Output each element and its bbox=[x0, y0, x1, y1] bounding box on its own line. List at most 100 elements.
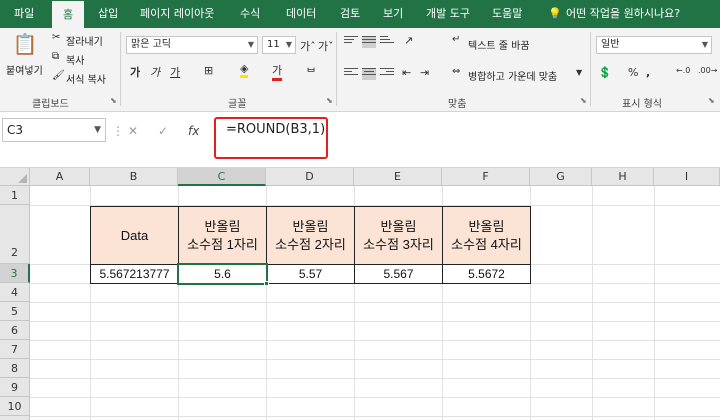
header-cell-data[interactable]: Data bbox=[90, 206, 179, 265]
drag-handle-icon[interactable]: ⋮ bbox=[112, 124, 124, 138]
underline-icon[interactable]: 가 bbox=[170, 64, 180, 80]
header-line: 소수점 2자리 bbox=[275, 236, 346, 252]
cut-icon[interactable]: ✂ bbox=[52, 32, 60, 43]
row-header-1[interactable]: 1 bbox=[0, 186, 30, 205]
column-header-h[interactable]: H bbox=[592, 168, 654, 186]
cut-button[interactable]: 잘라내기 bbox=[66, 33, 103, 48]
row-header-7[interactable]: 7 bbox=[0, 340, 30, 359]
align-bottom-icon[interactable] bbox=[380, 36, 394, 48]
alignment-launcher-icon[interactable]: ⬊ bbox=[580, 96, 587, 105]
insert-function-icon[interactable]: fx bbox=[188, 124, 199, 138]
tab-home[interactable]: 홈 bbox=[52, 0, 84, 28]
bold-icon[interactable]: 가 bbox=[130, 64, 140, 80]
name-box[interactable]: C3 ▼ bbox=[2, 118, 106, 142]
column-header-e[interactable]: E bbox=[354, 168, 442, 186]
borders-icon[interactable]: ⊞ bbox=[204, 64, 213, 77]
font-size-combo[interactable]: 11 ▼ bbox=[262, 36, 296, 54]
row-header-8[interactable]: 8 bbox=[0, 359, 30, 378]
select-all-button[interactable] bbox=[0, 168, 30, 186]
fill-handle[interactable] bbox=[264, 281, 269, 286]
data-cell-d3[interactable]: 5.57 bbox=[266, 264, 355, 284]
font-name-combo[interactable]: 맑은 고딕 ▼ bbox=[126, 36, 258, 54]
column-header-d[interactable]: D bbox=[266, 168, 354, 186]
chevron-down-icon[interactable]: ▼ bbox=[576, 68, 582, 77]
row-header-4[interactable]: 4 bbox=[0, 283, 30, 302]
grid-line bbox=[30, 302, 720, 303]
format-painter-button[interactable]: 서식 복사 bbox=[66, 71, 106, 86]
comma-style-icon[interactable]: , bbox=[646, 66, 650, 79]
italic-icon[interactable]: 가 bbox=[150, 64, 160, 80]
tab-data[interactable]: 데이터 bbox=[286, 0, 316, 28]
column-header-b[interactable]: B bbox=[90, 168, 178, 186]
number-format-combo[interactable]: 일반 ▼ bbox=[596, 36, 712, 54]
orientation-icon[interactable]: ↗ bbox=[404, 34, 413, 47]
header-cell-round-1[interactable]: 반올림 소수점 1자리 bbox=[178, 206, 267, 265]
column-header-a[interactable]: A bbox=[30, 168, 90, 186]
grid-line bbox=[30, 378, 720, 379]
tab-developer[interactable]: 개발 도구 bbox=[426, 0, 470, 28]
decrease-indent-icon[interactable]: ⇤ bbox=[402, 66, 411, 79]
align-right-icon[interactable] bbox=[380, 68, 394, 80]
shrink-font-icon[interactable]: 가ˇ bbox=[318, 38, 334, 54]
font-color-icon[interactable]: 가 bbox=[272, 62, 283, 81]
percent-style-icon[interactable]: % bbox=[628, 66, 638, 79]
worksheet-grid[interactable]: A B C D E F G H I 1 2 3 4 5 6 7 8 9 10 1… bbox=[0, 168, 720, 420]
merge-center-button[interactable]: 병합하고 가운데 맞춤 bbox=[468, 68, 557, 83]
group-divider bbox=[120, 32, 121, 106]
tab-file[interactable]: 파일 bbox=[14, 0, 34, 28]
header-cell-round-4[interactable]: 반올림 소수점 4자리 bbox=[442, 206, 531, 265]
column-header-i[interactable]: I bbox=[654, 168, 720, 186]
number-launcher-icon[interactable]: ⬊ bbox=[708, 96, 715, 105]
alignment-group-label: 맞춤 bbox=[448, 99, 467, 110]
data-cell-f3[interactable]: 5.5672 bbox=[442, 264, 531, 284]
column-header-g[interactable]: G bbox=[530, 168, 592, 186]
grow-font-icon[interactable]: 가ˆ bbox=[300, 38, 316, 54]
column-header-f[interactable]: F bbox=[442, 168, 530, 186]
phonetic-icon[interactable]: ᄇ bbox=[306, 64, 316, 80]
copy-icon[interactable]: ⧉ bbox=[52, 51, 59, 62]
tab-insert[interactable]: 삽입 bbox=[98, 0, 118, 28]
font-launcher-icon[interactable]: ⬊ bbox=[326, 96, 333, 105]
copy-button[interactable]: 복사 bbox=[66, 52, 84, 67]
row-header-3[interactable]: 3 bbox=[0, 264, 30, 283]
data-cell-b3[interactable]: 5.567213777 bbox=[90, 264, 179, 284]
tab-formulas[interactable]: 수식 bbox=[240, 0, 260, 28]
active-cell-border bbox=[177, 263, 268, 285]
row-header-5[interactable]: 5 bbox=[0, 302, 30, 321]
tell-me-search[interactable]: 어떤 작업을 원하시나요? bbox=[566, 0, 680, 28]
data-cell-e3[interactable]: 5.567 bbox=[354, 264, 443, 284]
tab-page-layout[interactable]: 페이지 레이아웃 bbox=[140, 0, 214, 28]
wrap-text-button[interactable]: 텍스트 줄 바꿈 bbox=[468, 37, 530, 52]
paste-button[interactable]: 붙여넣기 bbox=[6, 62, 43, 77]
row-header-11[interactable]: 11 bbox=[0, 416, 30, 420]
increase-decimal-icon[interactable]: ←.0 bbox=[676, 66, 690, 75]
align-top-icon[interactable] bbox=[344, 36, 358, 48]
fill-color-icon[interactable]: ◈ bbox=[240, 62, 249, 78]
enter-icon[interactable]: ✓ bbox=[158, 124, 168, 138]
wrap-text-icon[interactable]: ↵ bbox=[452, 34, 460, 45]
row-header-6[interactable]: 6 bbox=[0, 321, 30, 340]
header-cell-round-2[interactable]: 반올림 소수점 2자리 bbox=[266, 206, 355, 265]
align-middle-icon[interactable] bbox=[362, 36, 376, 48]
increase-indent-icon[interactable]: ⇥ bbox=[420, 66, 429, 79]
align-center-icon[interactable] bbox=[362, 68, 376, 80]
tab-help[interactable]: 도움말 bbox=[492, 0, 522, 28]
formula-input[interactable]: =ROUND(B3,1) bbox=[226, 122, 325, 137]
row-header-2[interactable]: 2 bbox=[0, 205, 30, 264]
row-header-9[interactable]: 9 bbox=[0, 378, 30, 397]
header-line: 반올림 bbox=[468, 218, 505, 234]
accounting-format-icon[interactable]: 💲 bbox=[598, 66, 612, 79]
paste-icon[interactable]: 📋 bbox=[10, 32, 40, 58]
column-header-c[interactable]: C bbox=[178, 168, 266, 186]
tab-view[interactable]: 보기 bbox=[383, 0, 403, 28]
decrease-decimal-icon[interactable]: .00→ bbox=[698, 66, 717, 75]
row-header-10[interactable]: 10 bbox=[0, 397, 30, 416]
tab-review[interactable]: 검토 bbox=[340, 0, 360, 28]
clipboard-launcher-icon[interactable]: ⬊ bbox=[110, 96, 117, 105]
lightbulb-icon: 💡 bbox=[548, 7, 562, 20]
align-left-icon[interactable] bbox=[344, 68, 358, 80]
merge-center-icon[interactable]: ⇔ bbox=[452, 66, 460, 77]
header-cell-round-3[interactable]: 반올림 소수점 3자리 bbox=[354, 206, 443, 265]
cancel-icon[interactable]: ✕ bbox=[128, 124, 138, 138]
format-painter-icon[interactable]: 🖌 bbox=[52, 70, 65, 81]
